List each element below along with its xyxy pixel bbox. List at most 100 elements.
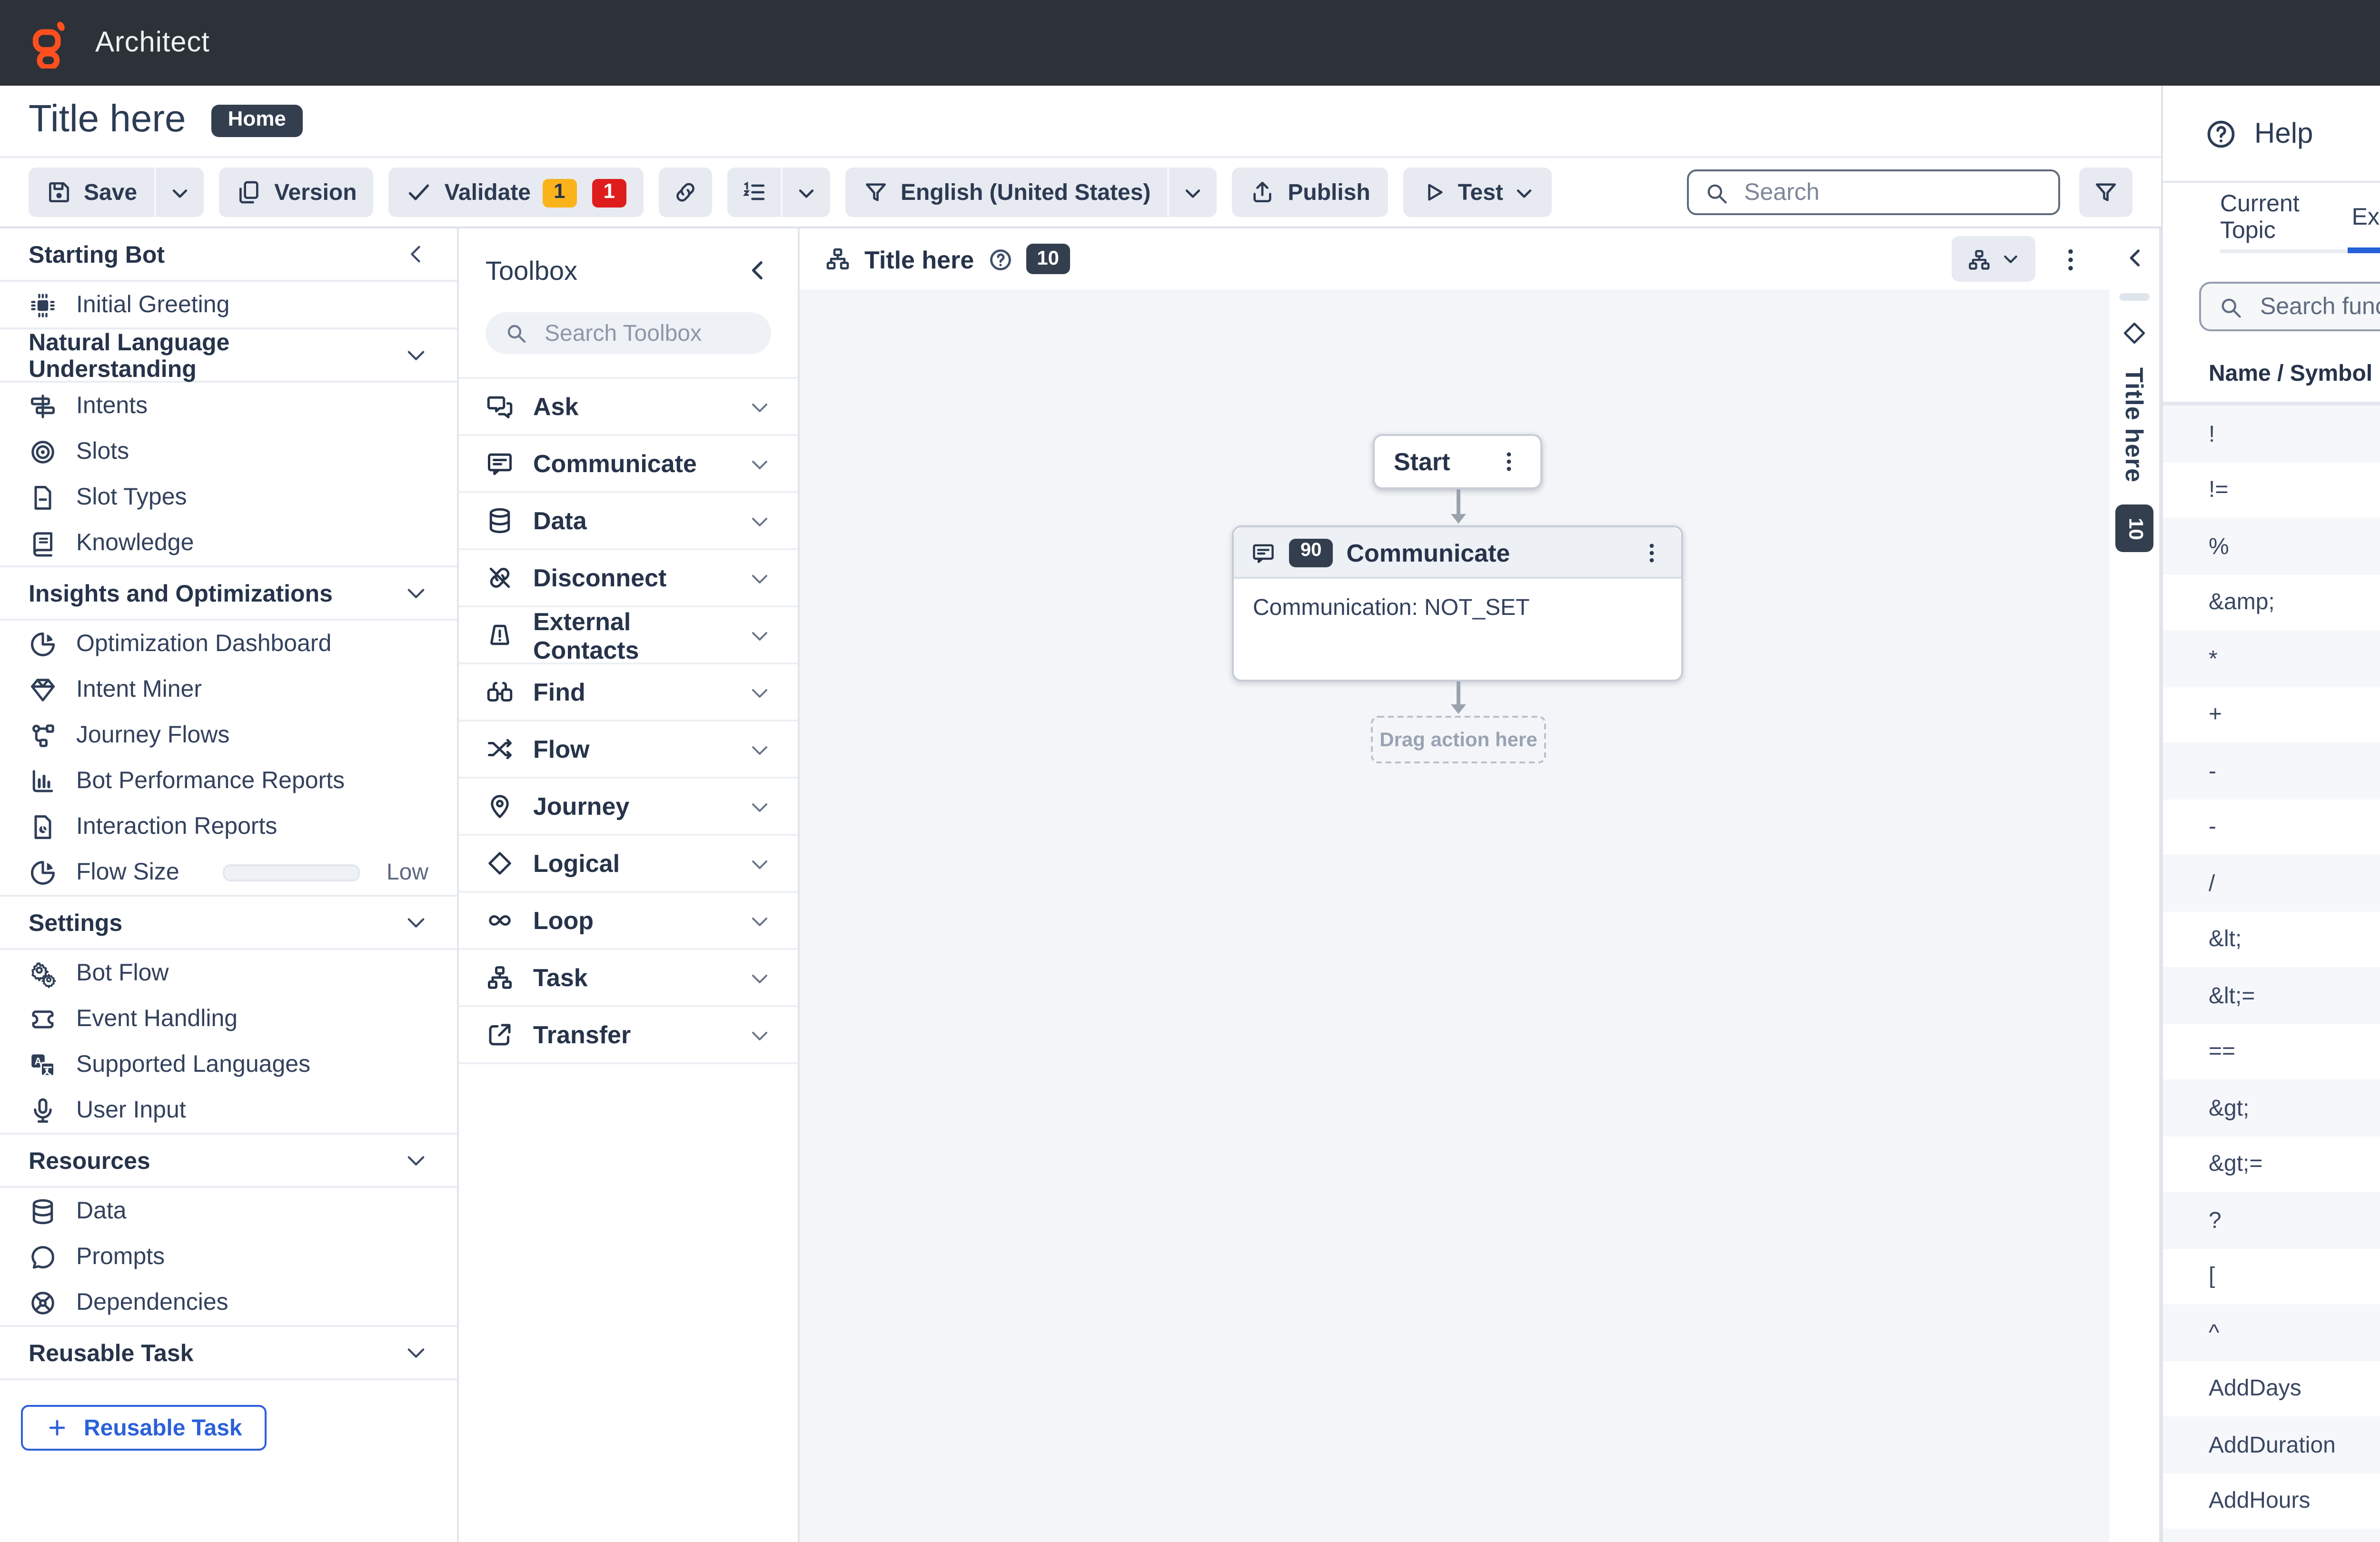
toolbox-item-logical[interactable]: Logical	[459, 836, 798, 893]
publish-button[interactable]: Publish	[1232, 168, 1387, 217]
language-menu-button[interactable]	[1168, 168, 1217, 217]
function-search-input[interactable]	[2256, 291, 2380, 322]
sidebar-section-header-settings[interactable]: Settings	[0, 897, 457, 950]
expression-row[interactable]: &lt;Comparison	[2163, 911, 2380, 967]
toolbox-item-transfer[interactable]: Transfer	[459, 1007, 798, 1064]
save-button[interactable]: Save	[29, 168, 154, 217]
expression-row[interactable]: ?Logical	[2163, 1192, 2380, 1248]
expression-row[interactable]: +Mathematical	[2163, 686, 2380, 742]
sidebar-item-slots[interactable]: Slots	[0, 428, 457, 474]
chevron-down-icon[interactable]	[748, 395, 771, 418]
expression-row[interactable]: %Mathematical	[2163, 518, 2380, 574]
start-node-kebab-menu[interactable]	[1497, 449, 1521, 474]
chevron-down-icon[interactable]	[748, 566, 771, 589]
sidebar-item-bot-performance-reports[interactable]: Bot Performance Reports	[0, 758, 457, 803]
expression-row[interactable]: !=Comparison	[2163, 462, 2380, 518]
chevron-down-icon[interactable]	[748, 1023, 771, 1046]
sidebar-item-event-handling[interactable]: Event Handling	[0, 996, 457, 1041]
chevron-down-icon[interactable]	[748, 795, 771, 818]
chevron-down-icon[interactable]	[404, 343, 428, 367]
chevron-left-icon[interactable]	[2122, 246, 2147, 270]
sidebar-item-dependencies[interactable]: Dependencies	[0, 1279, 457, 1325]
chevron-down-icon[interactable]	[404, 1340, 428, 1365]
sidebar-item-optimization-dashboard[interactable]: Optimization Dashboard	[0, 621, 457, 666]
chevron-down-icon[interactable]	[404, 910, 428, 935]
sidebar-item-flow-size[interactable]: Flow SizeLow	[0, 849, 457, 895]
sidebar-item-prompts[interactable]: Prompts	[0, 1234, 457, 1279]
test-button[interactable]: Test	[1403, 168, 1553, 217]
chevron-down-icon[interactable]	[404, 1148, 428, 1173]
chevron-down-icon[interactable]	[748, 852, 771, 875]
question-circle-icon[interactable]	[987, 247, 1012, 271]
chevron-down-icon[interactable]	[748, 509, 771, 532]
expression-row[interactable]: &amp;Mathematical	[2163, 574, 2380, 630]
add-reusable-task-button[interactable]: Reusable Task	[21, 1405, 267, 1451]
chevron-down-icon[interactable]	[404, 581, 428, 605]
drop-target[interactable]: Drag action here	[1371, 716, 1546, 763]
search-input[interactable]	[1740, 177, 2043, 208]
canvas-kebab-menu[interactable]	[2056, 245, 2085, 273]
toolbox-item-data[interactable]: Data	[459, 493, 798, 550]
layout-menu-button[interactable]	[1952, 236, 2035, 282]
expression-row[interactable]: AddDurationDateTime	[2163, 1416, 2380, 1473]
expression-row[interactable]: &gt;=Comparison	[2163, 1136, 2380, 1192]
expression-row[interactable]: &gt;Comparison	[2163, 1079, 2380, 1136]
expression-row[interactable]: ==Comparison	[2163, 1023, 2380, 1079]
sidebar-item-bot-flow[interactable]: Bot Flow	[0, 950, 457, 996]
search-filter-button[interactable]	[2079, 168, 2132, 217]
copy-link-button[interactable]	[659, 168, 712, 217]
sidebar-item-interaction-reports[interactable]: Interaction Reports	[0, 803, 457, 849]
sidebar-item-intent-miner[interactable]: Intent Miner	[0, 666, 457, 712]
save-menu-button[interactable]	[154, 168, 204, 217]
expression-row[interactable]: &lt;=Comparison	[2163, 967, 2380, 1023]
chevron-down-icon[interactable]	[748, 623, 771, 646]
toolbox-item-ask[interactable]: Ask	[459, 379, 798, 436]
toolbox-item-external-contacts[interactable]: External Contacts	[459, 607, 798, 664]
rail-flow-title[interactable]: Title here	[2120, 367, 2149, 483]
toolbox-item-find[interactable]: Find	[459, 664, 798, 722]
canvas-body[interactable]: Start 90 Communicate Communication:	[800, 289, 2110, 1542]
expression-row[interactable]: *Mathematical	[2163, 630, 2380, 686]
toolbox-item-loop[interactable]: Loop	[459, 893, 798, 950]
chevron-left-icon[interactable]	[404, 242, 428, 267]
sidebar-item-supported-languages[interactable]: ASupported Languages	[0, 1041, 457, 1087]
communicate-node[interactable]: 90 Communicate Communication: NOT_SET	[1232, 525, 1683, 682]
tab-expressions[interactable]: Expressions	[2352, 183, 2380, 249]
expression-row[interactable]: ^Mathematical	[2163, 1304, 2380, 1360]
toolbox-item-task[interactable]: Task	[459, 950, 798, 1007]
toolbox-search-input[interactable]	[541, 318, 752, 348]
chevron-down-icon[interactable]	[748, 966, 771, 989]
toolbox-item-flow[interactable]: Flow	[459, 722, 798, 779]
chevron-left-icon[interactable]	[744, 257, 771, 284]
expression-row[interactable]: AddDaysDateTime	[2163, 1360, 2380, 1416]
chevron-down-icon[interactable]	[748, 681, 771, 703]
sidebar-item-journey-flows[interactable]: Journey Flows	[0, 712, 457, 758]
sidebar-section-header-starting-bot[interactable]: Starting Bot	[0, 228, 457, 282]
chevron-down-icon[interactable]	[748, 909, 771, 932]
sidebar-section-header-natural-language-understanding[interactable]: Natural Language Understanding	[0, 329, 457, 383]
sidebar-item-intents[interactable]: Intents	[0, 383, 457, 428]
chevron-down-icon[interactable]	[748, 738, 771, 761]
tab-current-topic[interactable]: Current Topic	[2220, 183, 2318, 249]
chevron-down-icon[interactable]	[748, 452, 771, 475]
validate-button[interactable]: Validate 1 1	[389, 168, 644, 217]
toolbox-item-disconnect[interactable]: Disconnect	[459, 550, 798, 607]
sidebar-section-header-reusable-task[interactable]: Reusable Task	[0, 1327, 457, 1380]
expression-row[interactable]: /Mathematical	[2163, 855, 2380, 911]
sidebar-section-header-resources[interactable]: Resources	[0, 1135, 457, 1188]
sidebar-item-initial-greeting[interactable]: Initial Greeting	[0, 282, 457, 327]
expression-row[interactable]: -Unary	[2163, 799, 2380, 855]
diamond-icon[interactable]	[2121, 320, 2148, 346]
start-node[interactable]: Start	[1373, 434, 1542, 489]
list-menu-button[interactable]	[781, 168, 830, 217]
sidebar-item-knowledge[interactable]: Knowledge	[0, 520, 457, 565]
expression-row[interactable]: -Mathematical	[2163, 742, 2380, 799]
toolbox-item-communicate[interactable]: Communicate	[459, 436, 798, 493]
sidebar-item-slot-types[interactable]: Slot Types	[0, 474, 457, 520]
sidebar-item-user-input[interactable]: User Input	[0, 1087, 457, 1133]
expression-row[interactable]: AddMinutesDateTime	[2163, 1529, 2380, 1542]
expression-row[interactable]: !Unary	[2163, 405, 2380, 462]
sidebar-section-header-insights-and-optimizations[interactable]: Insights and Optimizations	[0, 567, 457, 621]
sidebar-item-data[interactable]: Data	[0, 1188, 457, 1234]
version-button[interactable]: Version	[219, 168, 374, 217]
